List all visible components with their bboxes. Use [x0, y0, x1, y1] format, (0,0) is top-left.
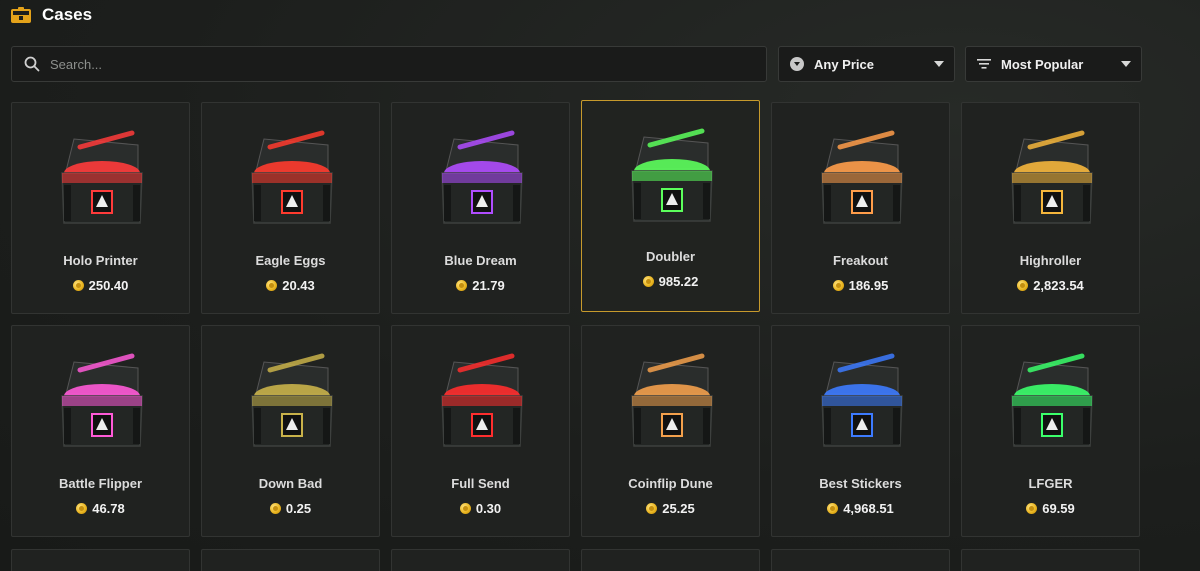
case-box-icon: [1011, 130, 1093, 224]
case-card[interactable]: Full Send 0.30: [391, 325, 570, 537]
case-card[interactable]: Doubler 985.22: [581, 100, 760, 312]
case-card[interactable]: [961, 549, 1140, 571]
search-icon: [24, 56, 40, 72]
case-box-icon: [441, 353, 523, 447]
case-price: 69.59: [962, 501, 1139, 516]
case-card[interactable]: [201, 549, 380, 571]
case-name: Full Send: [451, 476, 510, 491]
case-box-icon: [631, 353, 713, 447]
case-name: Highroller: [1019, 253, 1082, 268]
case-name: Eagle Eggs: [255, 253, 326, 268]
case-name: Freakout: [833, 253, 888, 268]
chevron-down-icon: [1121, 61, 1131, 67]
case-price-value: 20.43: [282, 278, 315, 293]
case-card[interactable]: Blue Dream 21.79: [391, 102, 570, 314]
case-name: Battle Flipper: [58, 476, 143, 491]
case-card[interactable]: [11, 549, 190, 571]
case-price-value: 985.22: [658, 274, 699, 289]
case-price: 0.25: [202, 501, 379, 516]
case-price: 20.43: [202, 278, 379, 293]
coin-icon: [459, 503, 471, 514]
case-price-value: 186.95: [848, 278, 889, 293]
case-box-icon: [1011, 353, 1093, 447]
coin-icon: [827, 503, 839, 514]
case-card[interactable]: Highroller 2,823.54: [961, 102, 1140, 314]
case-price: 186.95: [772, 278, 949, 293]
coin-icon: [646, 503, 658, 514]
case-price: 4,968.51: [772, 501, 949, 516]
case-price-value: 46.78: [92, 501, 125, 516]
coin-icon: [72, 280, 84, 291]
coin-icon: [76, 503, 88, 514]
coin-icon: [269, 503, 281, 514]
case-name: Holo Printer: [63, 253, 138, 268]
case-price-value: 25.25: [662, 501, 695, 516]
case-price: 25.25: [582, 501, 759, 516]
case-price-value: 21.79: [472, 278, 505, 293]
case-name: LFGER: [1028, 476, 1073, 491]
case-price: 21.79: [392, 278, 569, 293]
case-price-value: 69.59: [1042, 501, 1075, 516]
case-name: Blue Dream: [444, 253, 517, 268]
case-name: Down Bad: [258, 476, 323, 491]
case-box-icon: [61, 130, 143, 224]
case-name: Best Stickers: [819, 476, 902, 491]
case-price-value: 250.40: [88, 278, 129, 293]
case-price: 250.40: [12, 278, 189, 293]
case-box-icon: [441, 130, 523, 224]
coin-icon: [832, 280, 844, 291]
case-box-icon: [251, 353, 333, 447]
case-card[interactable]: Freakout 186.95: [771, 102, 950, 314]
case-name: Doubler: [645, 249, 696, 264]
case-price-value: 0.30: [475, 501, 502, 516]
sort-label: Most Popular: [1001, 56, 1084, 72]
case-card[interactable]: Best Stickers 4,968.51: [771, 325, 950, 537]
case-card[interactable]: Coinflip Dune 25.25: [581, 325, 760, 537]
toolbar: Any Price Most Popular: [11, 46, 1142, 82]
case-box-icon: [61, 353, 143, 447]
coin-icon: [456, 280, 468, 291]
case-price: 0.30: [392, 501, 569, 516]
case-price-value: 2,823.54: [1033, 278, 1084, 293]
case-card[interactable]: Eagle Eggs 20.43: [201, 102, 380, 314]
case-price-value: 4,968.51: [843, 501, 894, 516]
case-card[interactable]: LFGER 69.59: [961, 325, 1140, 537]
case-name: Coinflip Dune: [628, 476, 713, 491]
case-card[interactable]: [391, 549, 570, 571]
case-card[interactable]: Battle Flipper 46.78: [11, 325, 190, 537]
coin-icon: [266, 280, 278, 291]
case-price-value: 0.25: [285, 501, 312, 516]
case-box-icon: [251, 130, 333, 224]
case-box-icon: [631, 128, 713, 222]
sort-lines-icon: [977, 59, 991, 69]
coin-filter-icon: [790, 57, 804, 71]
sort-dropdown[interactable]: Most Popular: [965, 46, 1142, 82]
case-card[interactable]: [771, 549, 950, 571]
case-price: 985.22: [582, 274, 759, 289]
case-price: 2,823.54: [962, 278, 1139, 293]
case-price: 46.78: [12, 501, 189, 516]
case-box-icon: [821, 130, 903, 224]
case-card[interactable]: [581, 549, 760, 571]
coin-icon: [642, 276, 654, 287]
page-header: Cases: [10, 4, 92, 26]
search-box[interactable]: [11, 46, 767, 82]
page-title: Cases: [42, 5, 93, 24]
case-box-icon: [821, 353, 903, 447]
price-filter-label: Any Price: [814, 56, 874, 72]
chevron-down-icon: [934, 61, 944, 67]
search-input[interactable]: [50, 56, 730, 72]
price-filter-dropdown[interactable]: Any Price: [778, 46, 955, 82]
case-icon: [11, 7, 31, 23]
coin-icon: [1017, 280, 1029, 291]
coin-icon: [1026, 503, 1038, 514]
case-card[interactable]: Down Bad 0.25: [201, 325, 380, 537]
case-card[interactable]: Holo Printer 250.40: [11, 102, 190, 314]
